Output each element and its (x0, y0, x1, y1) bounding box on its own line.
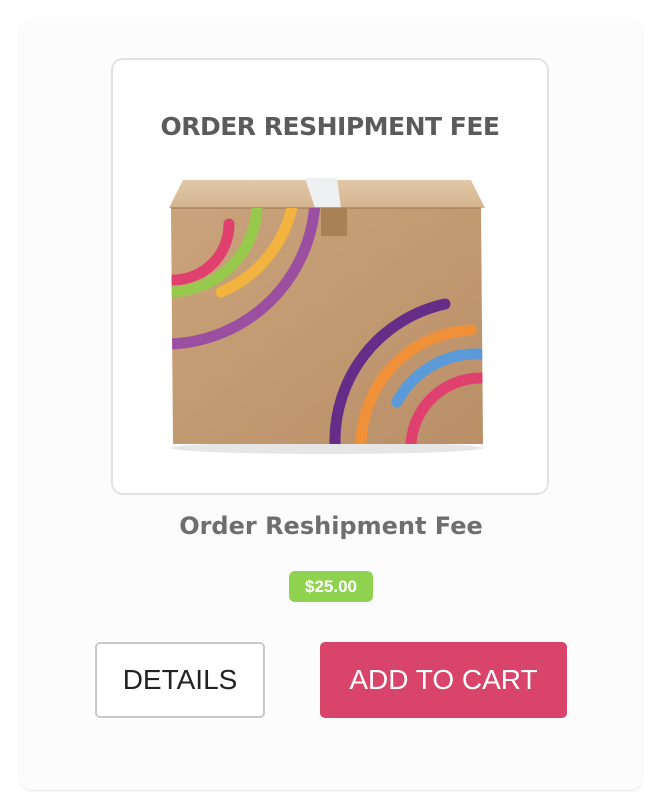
add-to-cart-button[interactable]: ADD TO CART (320, 642, 567, 718)
product-title[interactable]: Order Reshipment Fee (20, 512, 642, 540)
price-badge: $25.00 (289, 571, 373, 602)
product-card: ORDER RESHIPMENT FEE Order Reshipment Fe… (20, 18, 642, 790)
product-image-heading: ORDER RESHIPMENT FEE (160, 112, 500, 141)
product-image[interactable]: ORDER RESHIPMENT FEE (111, 58, 549, 495)
details-button[interactable]: DETAILS (95, 642, 265, 718)
cardboard-box-icon (169, 178, 485, 454)
